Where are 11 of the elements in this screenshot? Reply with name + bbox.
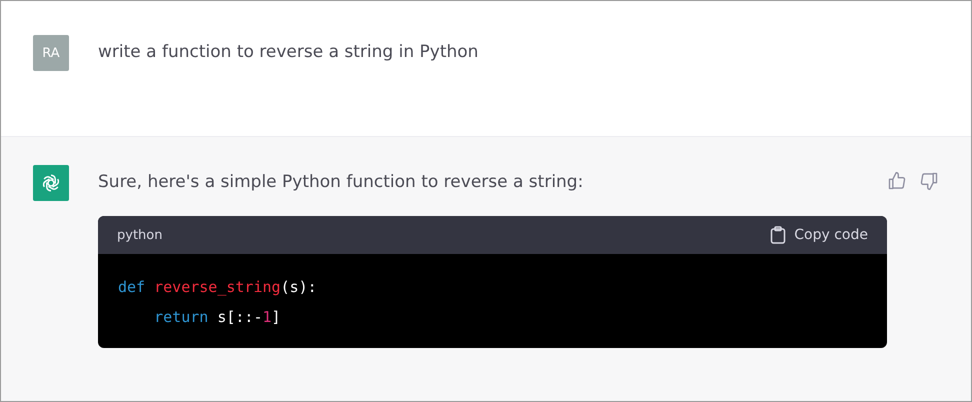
thumbs-down-icon[interactable] bbox=[919, 171, 939, 191]
assistant-message: Sure, here's a simple Python function to reverse a string: bbox=[98, 171, 584, 194]
thumbs-up-icon[interactable] bbox=[887, 171, 907, 191]
code-language: python bbox=[117, 228, 162, 242]
user-message: write a function to reverse a string in Python bbox=[98, 41, 480, 64]
knot-logo-icon bbox=[40, 172, 62, 194]
clipboard-icon bbox=[770, 226, 786, 244]
user-avatar: RA bbox=[33, 35, 69, 71]
code-line: return s[::-1] bbox=[153, 307, 282, 328]
code-line: def reverse_string(s): bbox=[118, 277, 318, 298]
copy-code-button[interactable]: Copy code bbox=[770, 226, 868, 244]
